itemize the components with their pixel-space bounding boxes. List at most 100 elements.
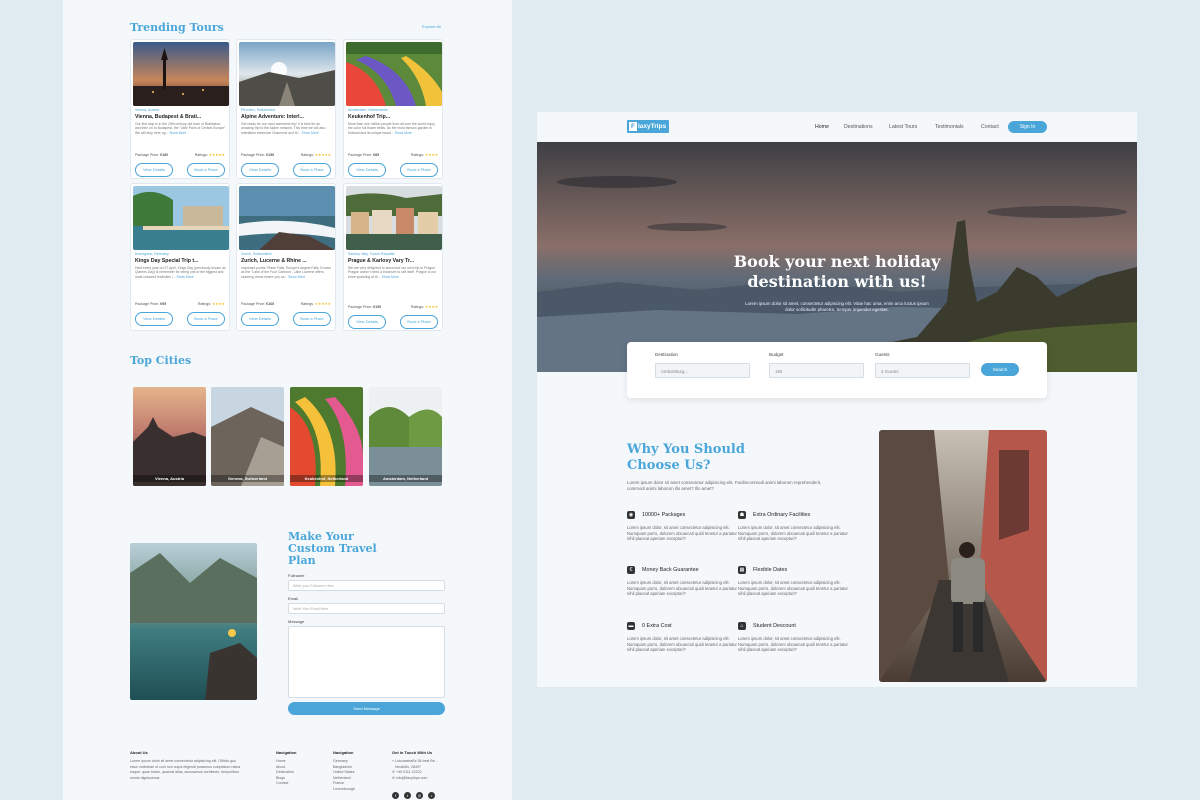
- show-more-link[interactable]: Show More: [302, 131, 319, 135]
- nav-testimonials[interactable]: Testimonials: [935, 124, 964, 130]
- book-place-button[interactable]: Book a Place: [400, 163, 438, 177]
- bank-icon: ⌂: [738, 622, 746, 630]
- book-place-button[interactable]: Book a Place: [400, 315, 438, 329]
- view-details-button[interactable]: View Details: [135, 312, 173, 326]
- backpacker-photo: [879, 430, 1047, 682]
- tour-title: Prague & Karlovy Vary Tr...: [348, 258, 415, 264]
- fullname-input[interactable]: Write your Fullname Here: [288, 580, 445, 591]
- view-details-button[interactable]: View Details: [348, 163, 386, 177]
- footer-link[interactable]: Luxembourgh: [333, 787, 355, 793]
- book-place-button[interactable]: Book a Place: [187, 163, 225, 177]
- plan-image: [130, 543, 257, 700]
- tour-card: Amsterdam, Netherlands Keukenhof Trip...…: [343, 39, 443, 179]
- send-message-button[interactable]: Send Message: [288, 702, 445, 715]
- plan-title: Make Your Custom Travel Plan: [288, 530, 377, 567]
- tour-rating: Ratings: ★★★★★: [300, 302, 331, 306]
- feature-text: Lorem ipsum dolor, sit amet consectetur …: [627, 636, 737, 653]
- view-details-button[interactable]: View Details: [348, 315, 386, 329]
- nav-home[interactable]: Home: [815, 124, 829, 130]
- nav-contact[interactable]: Contact: [981, 124, 999, 130]
- footer-contact-list: ⌖ Lutzowstraße 56 best Be... Neukölln, 2…: [392, 759, 438, 781]
- tour-price: Package Price: €95: [135, 302, 167, 306]
- view-details-button[interactable]: View Details: [241, 163, 279, 177]
- tour-location: Vienna, Austria: [135, 108, 160, 112]
- money-icon: €: [627, 566, 635, 574]
- city-card[interactable]: Keukenhof, Netherland: [290, 387, 363, 486]
- view-details-button[interactable]: View Details: [241, 312, 279, 326]
- nav-destinations[interactable]: Destinations: [844, 124, 873, 130]
- guests-select[interactable]: 2 Guests: [875, 363, 970, 378]
- sign-in-button[interactable]: Sign In: [1008, 121, 1047, 133]
- tour-rating: Ratings: ★★★★: [410, 153, 438, 157]
- tour-description: We are very delighted to announce our ne…: [348, 266, 437, 279]
- show-more-link[interactable]: Show More: [288, 275, 305, 279]
- book-place-button[interactable]: Book a Place: [293, 312, 331, 326]
- footer-link[interactable]: Destination: [276, 770, 294, 776]
- hiker-icon: ☗: [738, 511, 746, 519]
- tour-card: Vienna, Austria Vienna, Budapest & Brati…: [130, 39, 230, 179]
- feature-text: Lorem ipsum dolor, sit amet consectetur …: [627, 580, 737, 597]
- tour-image: [346, 186, 442, 250]
- footer-link[interactable]: United States: [333, 770, 355, 776]
- city-card[interactable]: Vienna, Austria: [133, 387, 206, 486]
- tour-price: Package Price: €199: [241, 153, 275, 157]
- message-textarea[interactable]: [288, 626, 445, 698]
- show-more-link[interactable]: Show More: [176, 275, 193, 279]
- city-image: [369, 387, 442, 486]
- nav-latest-tours[interactable]: Latest Tours: [889, 124, 917, 130]
- why-title: Why You Should Choose Us?: [627, 442, 745, 473]
- email-line[interactable]: ✉ info@flaxytrips.com: [392, 776, 438, 782]
- show-more-link[interactable]: Show More: [169, 131, 186, 135]
- city-card[interactable]: Amsterdam, Netherland: [369, 387, 442, 486]
- left-page: Trending Tours Explore All Vienna, Austr…: [63, 0, 512, 800]
- feature-text: Lorem ipsum dolor, sit amet consectetur …: [738, 525, 848, 542]
- guests-label: Guests: [875, 352, 890, 357]
- feature-title: Money Back Guarantee: [642, 567, 699, 573]
- tour-description: Important points: Rhine Falls, Europe's …: [241, 266, 331, 279]
- tour-rating: Ratings: ★★★★★: [194, 153, 225, 157]
- right-page: FlaxyTrips Home Destinations Latest Tour…: [537, 112, 1137, 687]
- logo[interactable]: FlaxyTrips: [627, 120, 669, 133]
- destination-input[interactable]: Ambolsburg...: [655, 363, 750, 378]
- tour-title: Zurich, Lucerne & Rhine ...: [241, 258, 307, 264]
- tour-title: Alpine Adventure: Interl...: [241, 114, 304, 120]
- explore-all-link[interactable]: Explore All: [422, 24, 441, 29]
- book-place-button[interactable]: Book a Place: [293, 163, 331, 177]
- instagram-icon[interactable]: ◎: [416, 792, 423, 799]
- tour-title: Vienna, Budapest & Brati...: [135, 114, 202, 120]
- tour-location: Amsterdam, Netherlands: [348, 108, 388, 112]
- location-icon: ⌖: [392, 759, 395, 763]
- facebook-icon[interactable]: f: [392, 792, 399, 799]
- logo-letter: F: [629, 122, 637, 131]
- why-image: [879, 430, 1047, 682]
- tiktok-icon[interactable]: ♪: [428, 792, 435, 799]
- tour-card: Koenigsee, Germany Kings Day Special Tri…: [130, 183, 230, 331]
- view-details-button[interactable]: View Details: [135, 163, 173, 177]
- phone-icon: ✆: [392, 770, 396, 774]
- hero-section: Book your next holiday destination with …: [537, 142, 1137, 372]
- twitter-icon[interactable]: t: [404, 792, 411, 799]
- show-more-link[interactable]: Show More: [382, 275, 399, 279]
- tour-image: [133, 186, 229, 250]
- book-place-button[interactable]: Book a Place: [187, 312, 225, 326]
- footer-nav-heading: Navigation: [276, 750, 297, 755]
- why-subtitle: Lorem ipsum dolor sit amet consectetur a…: [627, 480, 822, 491]
- city-label: Geneva, Switzerland: [211, 475, 284, 482]
- budget-input[interactable]: 150: [769, 363, 864, 378]
- search-button[interactable]: Search: [981, 363, 1019, 376]
- budget-label: Budget: [769, 352, 784, 357]
- feature-title: 0 Extra Cost: [642, 623, 672, 629]
- feature-text: Lorem ipsum dolor, sit amet consectetur …: [738, 580, 848, 597]
- hero-title: Book your next holiday destination with …: [733, 252, 941, 291]
- tour-card: Karlovy Vary, Czech Republic Prague & Ka…: [343, 183, 443, 331]
- email-input[interactable]: Write Your Email Here: [288, 603, 445, 614]
- tour-title: Kings Day Special Trip t...: [135, 258, 199, 264]
- feature-title: Flexible Dates: [753, 567, 788, 573]
- feature-text: Lorem ipsum dolor, sit amet consectetur …: [738, 636, 848, 653]
- city-label: Amsterdam, Netherland: [369, 475, 442, 482]
- tour-card: Zurich, Switzerland Zurich, Lucerne & Rh…: [236, 183, 336, 331]
- footer-link[interactable]: Contact: [276, 781, 294, 787]
- city-card[interactable]: Geneva, Switzerland: [211, 387, 284, 486]
- footer-nav-list: Home About Destination Blogs Contact: [276, 759, 294, 787]
- show-more-link[interactable]: Show More: [395, 131, 412, 135]
